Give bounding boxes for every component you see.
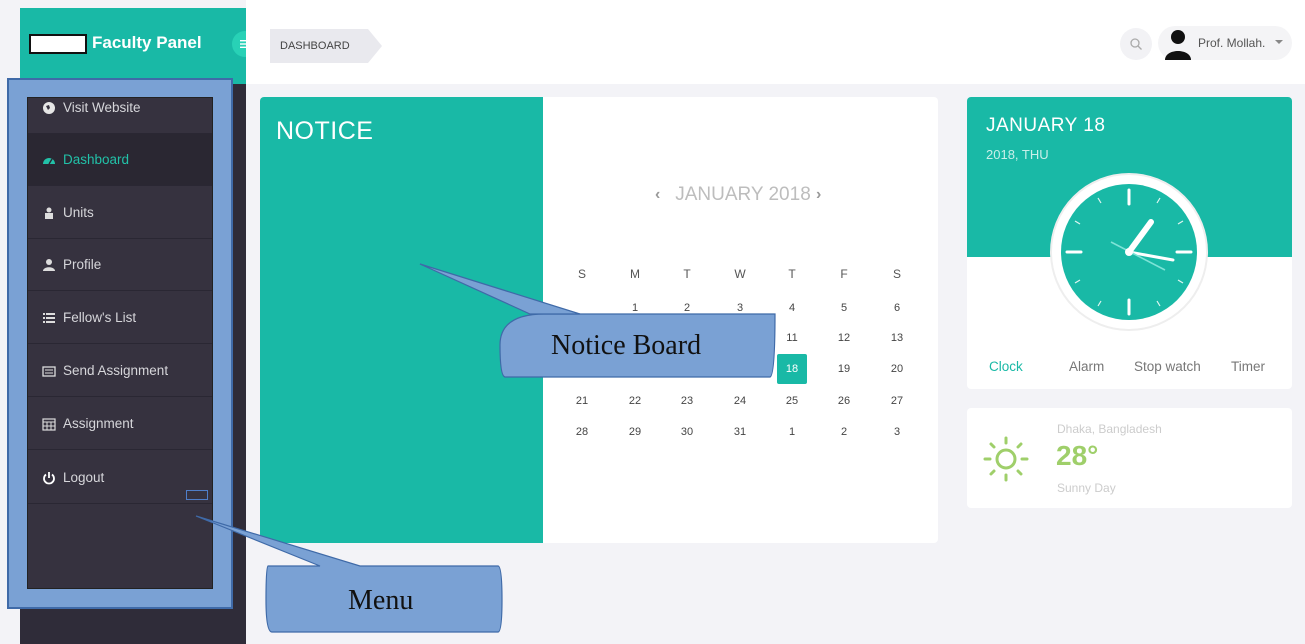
- annotation-layer: [195, 263, 776, 633]
- menu-label: Menu: [348, 585, 414, 616]
- notice-board-label: Notice Board: [551, 330, 702, 361]
- notice-board-pointer: [419, 263, 581, 315]
